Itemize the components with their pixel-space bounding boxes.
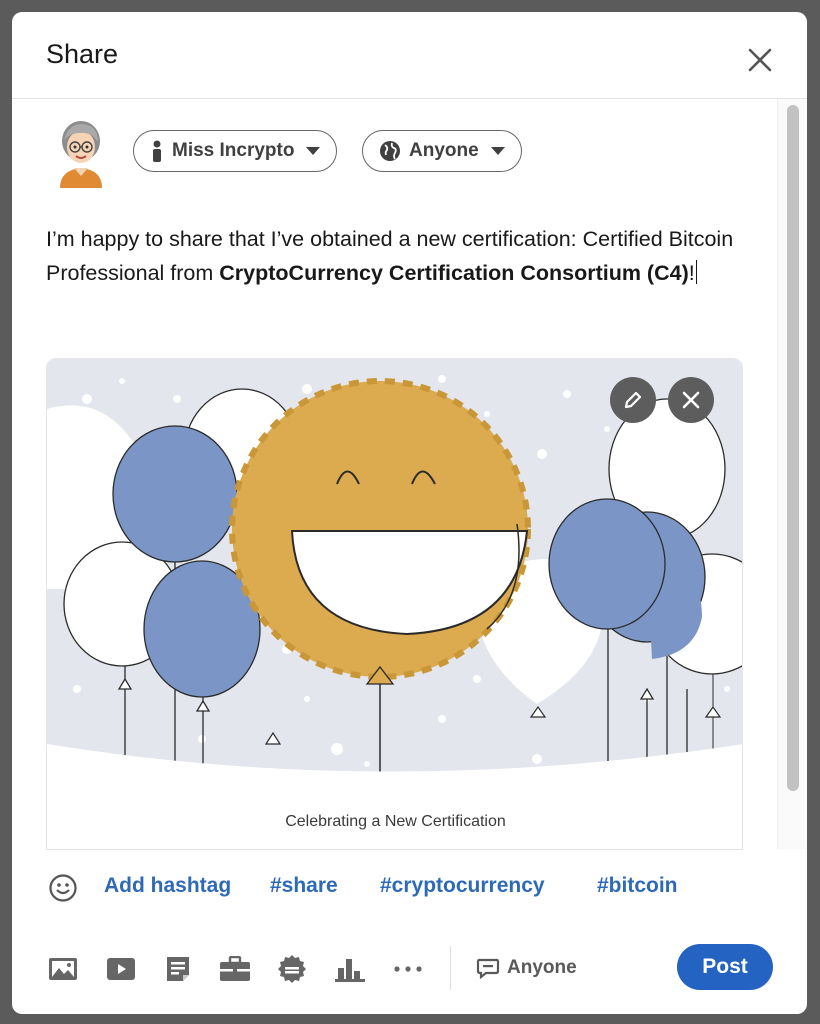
bottom-toolbar: Anyone Post — [12, 940, 807, 996]
job-icon — [220, 956, 250, 981]
scrollbar[interactable] — [777, 99, 807, 849]
poll-icon — [335, 959, 365, 982]
celebrate-icon — [278, 955, 306, 983]
celebration-illustration — [47, 359, 742, 804]
close-button[interactable] — [740, 40, 780, 80]
create-poll-button[interactable] — [334, 954, 366, 984]
more-options-button[interactable] — [392, 954, 424, 984]
more-icon — [394, 966, 422, 972]
toolbar-divider — [450, 946, 451, 990]
hashtag-bitcoin[interactable]: #bitcoin — [597, 874, 678, 898]
pencil-icon — [624, 391, 642, 409]
post-text-editor[interactable]: I’m happy to share that I’ve obtained a … — [46, 222, 746, 290]
share-job-button[interactable] — [219, 954, 251, 984]
globe-icon — [380, 141, 400, 161]
scrollbar-thumb[interactable] — [787, 105, 799, 791]
dialog-header: Share — [12, 12, 807, 99]
photo-icon — [49, 958, 77, 980]
video-icon — [107, 958, 135, 980]
share-dialog: Share Miss Incrypto Anyone I’m happy to … — [12, 12, 807, 1014]
emoji-icon[interactable] — [48, 873, 78, 903]
document-icon — [167, 957, 189, 981]
comment-icon — [476, 958, 500, 979]
visibility-label: Anyone — [409, 140, 479, 161]
dialog-title: Share — [46, 39, 119, 69]
post-text-bold: CryptoCurrency Certification Consortium … — [219, 261, 689, 285]
author-name: Miss Incrypto — [172, 140, 295, 161]
visibility-selector[interactable]: Anyone — [362, 130, 522, 172]
text-cursor — [695, 260, 698, 284]
add-document-button[interactable] — [162, 954, 194, 984]
add-photo-button[interactable] — [47, 954, 79, 984]
edit-image-button[interactable] — [610, 377, 656, 423]
chevron-down-icon — [306, 147, 321, 155]
add-hashtag-button[interactable]: Add hashtag — [104, 874, 231, 898]
comment-visibility-button[interactable]: Anyone — [476, 954, 577, 982]
remove-image-button[interactable] — [668, 377, 714, 423]
post-text-end: ! — [688, 261, 695, 285]
hashtag-bar: Add hashtag #share #cryptocurrency #bitc… — [12, 864, 807, 910]
hashtag-share[interactable]: #share — [270, 874, 338, 898]
post-button[interactable]: Post — [677, 944, 773, 990]
hashtag-cryptocurrency[interactable]: #cryptocurrency — [380, 874, 545, 898]
chevron-down-icon — [490, 147, 505, 155]
close-icon — [682, 391, 700, 409]
media-preview: Celebrating a New Certification — [46, 358, 743, 850]
person-icon — [153, 140, 161, 162]
author-selector[interactable]: Miss Incrypto — [133, 130, 338, 172]
close-icon — [748, 48, 772, 72]
add-video-button[interactable] — [105, 954, 137, 984]
media-caption: Celebrating a New Certification — [285, 813, 506, 830]
comment-visibility-label: Anyone — [507, 957, 577, 978]
celebrate-button[interactable] — [276, 954, 308, 984]
avatar — [60, 121, 102, 188]
